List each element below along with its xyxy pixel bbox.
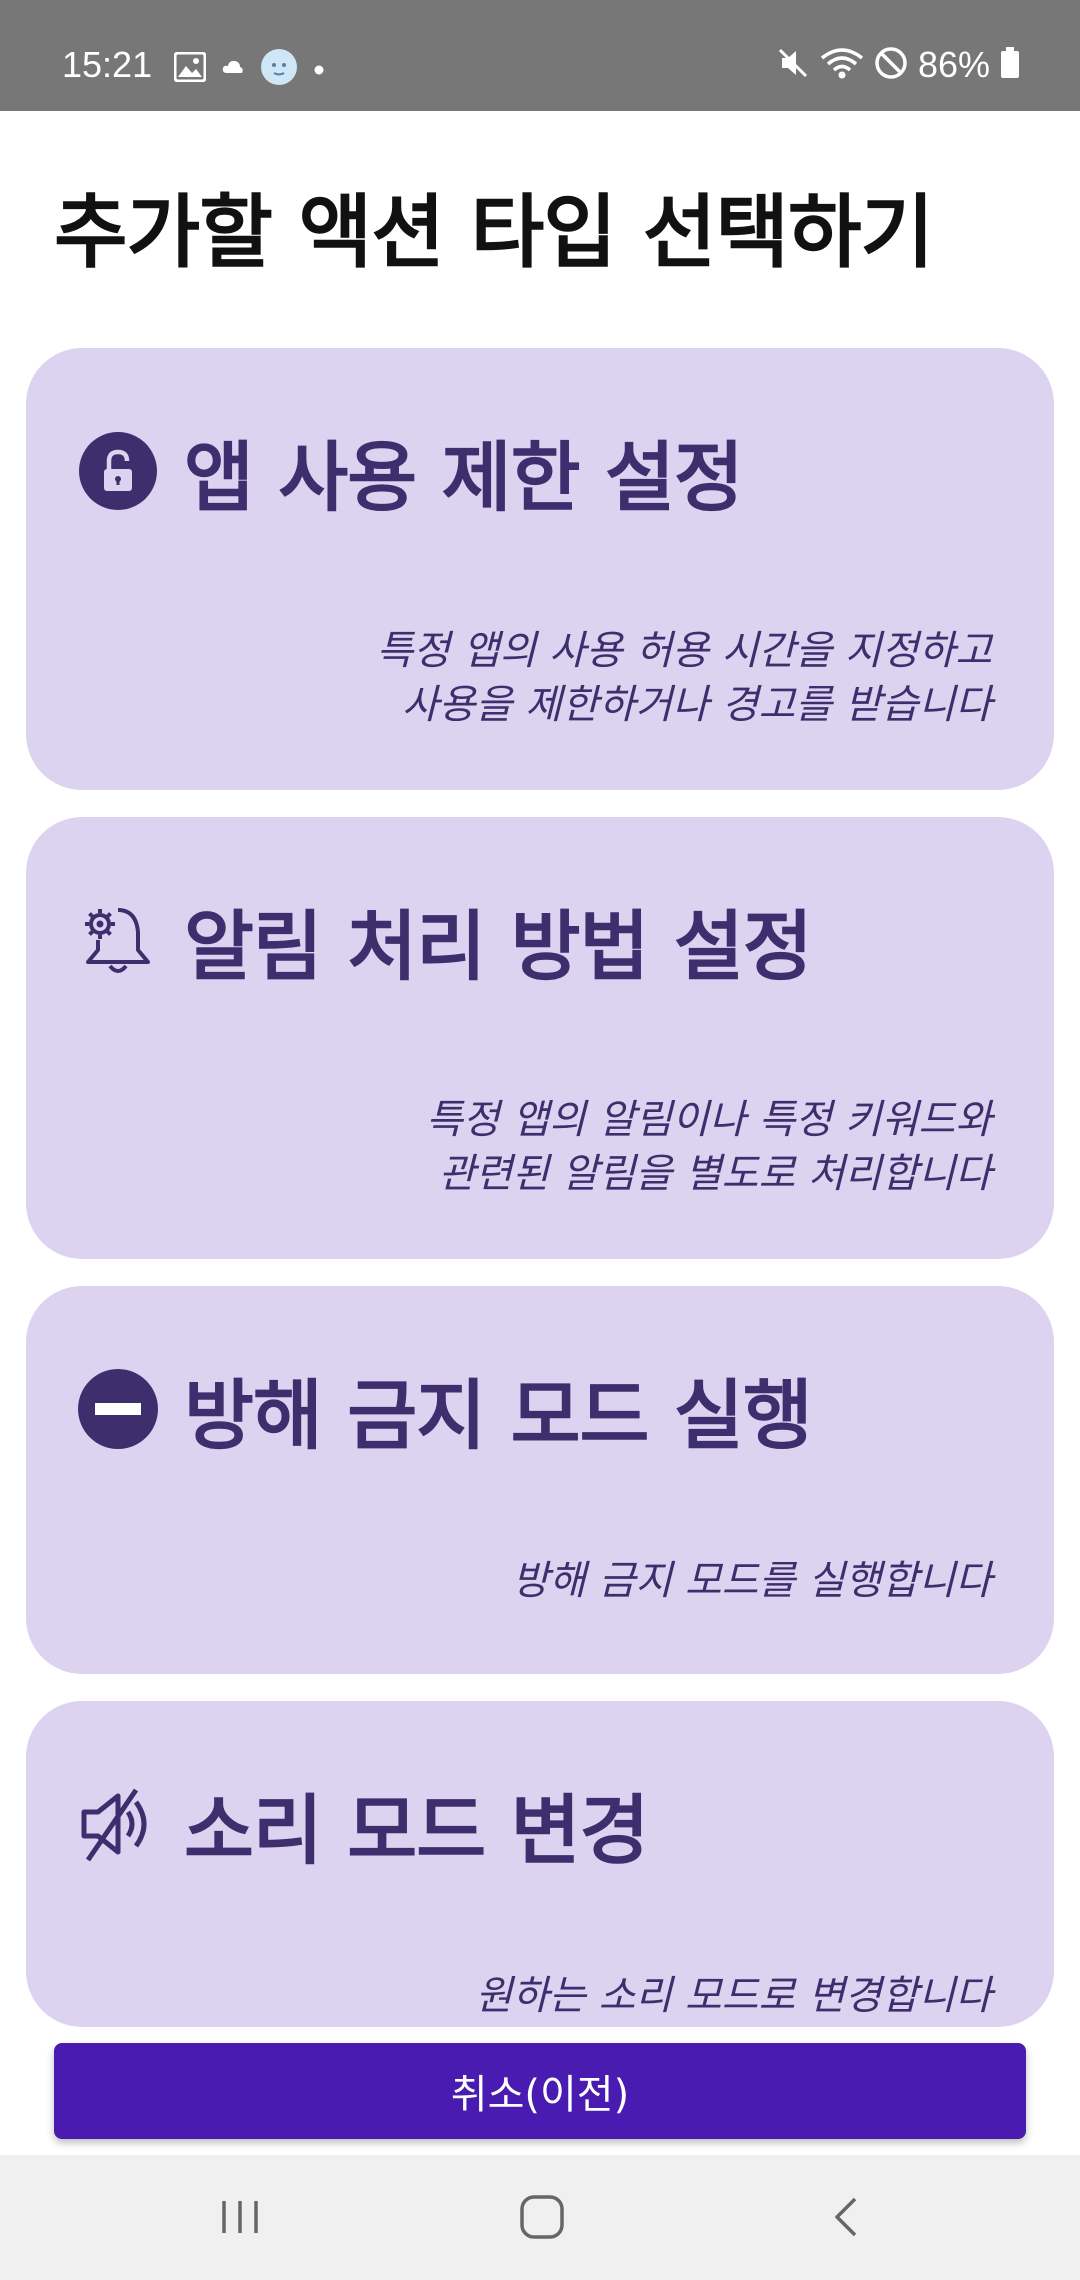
card-header: 앱 사용 제한 설정: [78, 416, 744, 526]
card-header: 알림 처리 방법 설정: [78, 885, 813, 995]
cancel-button[interactable]: 취소(이전): [54, 2043, 1026, 2139]
action-card-sound-mode[interactable]: 소리 모드 변경 원하는 소리 모드로 변경합니다: [26, 1701, 1054, 2027]
status-system-icons: 86%: [776, 44, 1020, 86]
wifi-icon: [820, 46, 864, 84]
card-title: 방해 금지 모드 실행: [184, 1371, 813, 1460]
do-not-disturb-status-icon: [874, 46, 908, 84]
avatar-icon: [260, 48, 298, 90]
sound-off-icon: [78, 1784, 158, 1864]
status-notification-icons: [173, 48, 324, 90]
card-description: 특정 앱의 알림이나 특정 키워드와 관련된 알림을 별도로 처리합니다: [425, 1097, 992, 1197]
card-description: 방해 금지 모드를 실행합니다: [512, 1558, 992, 1604]
card-header: 소리 모드 변경: [78, 1769, 649, 1879]
card-header: 방해 금지 모드 실행: [78, 1354, 813, 1464]
status-bar: 15:21 86%: [0, 0, 1080, 111]
dot-icon: [314, 60, 324, 79]
lock-icon: [78, 431, 158, 511]
card-title: 알림 처리 방법 설정: [184, 902, 813, 991]
home-icon[interactable]: [502, 2177, 582, 2257]
card-title: 소리 모드 변경: [184, 1786, 649, 1875]
cloud-icon: [222, 59, 244, 79]
mute-icon: [776, 46, 810, 84]
battery-percent: 86%: [917, 44, 990, 85]
do-not-disturb-icon: [78, 1369, 158, 1449]
notification-settings-icon: [78, 900, 158, 980]
recent-apps-icon[interactable]: [200, 2177, 280, 2257]
action-card-app-usage-limit[interactable]: 앱 사용 제한 설정 특정 앱의 사용 허용 시간을 지정하고 사용을 제한하거…: [26, 348, 1054, 790]
status-time: 15:21: [62, 44, 153, 85]
card-description: 특정 앱의 사용 허용 시간을 지정하고 사용을 제한하거나 경고를 받습니다: [376, 628, 992, 728]
back-icon[interactable]: [806, 2177, 886, 2257]
action-card-do-not-disturb[interactable]: 방해 금지 모드 실행 방해 금지 모드를 실행합니다: [26, 1286, 1054, 1674]
action-card-notification-handling[interactable]: 알림 처리 방법 설정 특정 앱의 알림이나 특정 키워드와 관련된 알림을 별…: [26, 817, 1054, 1259]
gallery-icon: [173, 51, 207, 86]
page-title: 추가할 액션 타입 선택하기: [54, 186, 934, 279]
battery-icon: [1000, 47, 1020, 83]
card-description: 원하는 소리 모드로 변경합니다: [475, 1973, 992, 2019]
navigation-bar: [0, 2155, 1080, 2280]
card-title: 앱 사용 제한 설정: [184, 433, 744, 522]
